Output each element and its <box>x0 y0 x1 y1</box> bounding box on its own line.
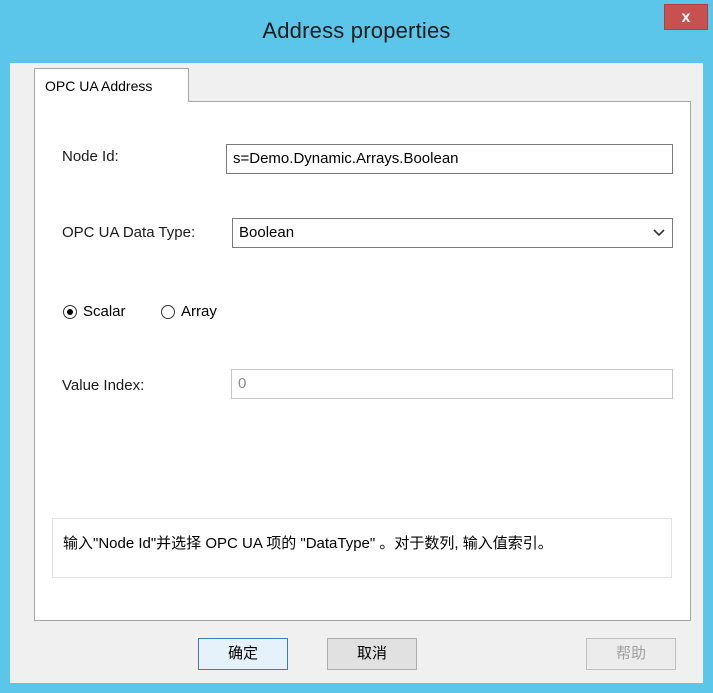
close-button[interactable]: x <box>664 4 708 30</box>
data-type-select[interactable]: Boolean <box>232 218 673 248</box>
dialog-window: Address properties x OPC UA Address Node… <box>0 0 713 693</box>
close-icon: x <box>681 9 691 26</box>
data-type-selected-value: Boolean <box>239 224 295 241</box>
node-id-input[interactable]: s=Demo.Dynamic.Arrays.Boolean <box>226 144 673 174</box>
tab-panel: Node Id: s=Demo.Dynamic.Arrays.Boolean O… <box>34 101 691 621</box>
title-bar[interactable]: Address properties x <box>0 0 713 63</box>
radio-array[interactable]: Array <box>161 303 217 320</box>
node-id-label: Node Id: <box>62 148 119 165</box>
radio-array-indicator[interactable] <box>161 304 175 319</box>
help-button[interactable]: 帮助 <box>586 638 676 670</box>
radio-array-label: Array <box>181 303 217 320</box>
data-type-label: OPC UA Data Type: <box>62 224 196 241</box>
tab-label: OPC UA Address <box>45 78 153 94</box>
radio-scalar-label: Scalar <box>83 303 126 320</box>
window-title: Address properties <box>262 18 451 43</box>
info-text-box: 输入"Node Id"并选择 OPC UA 项的 "DataType" 。对于数… <box>52 518 672 578</box>
ok-button[interactable]: 确定 <box>198 638 288 670</box>
chevron-down-icon <box>653 229 665 237</box>
tab-opc-ua-address[interactable]: OPC UA Address <box>34 68 189 102</box>
dialog-client-area: OPC UA Address Node Id: s=Demo.Dynamic.A… <box>10 63 703 683</box>
radio-scalar-indicator[interactable] <box>63 304 77 319</box>
value-index-label: Value Index: <box>62 377 145 394</box>
radio-scalar[interactable]: Scalar <box>63 303 126 320</box>
cancel-button[interactable]: 取消 <box>327 638 417 670</box>
value-index-input[interactable]: 0 <box>231 369 673 399</box>
